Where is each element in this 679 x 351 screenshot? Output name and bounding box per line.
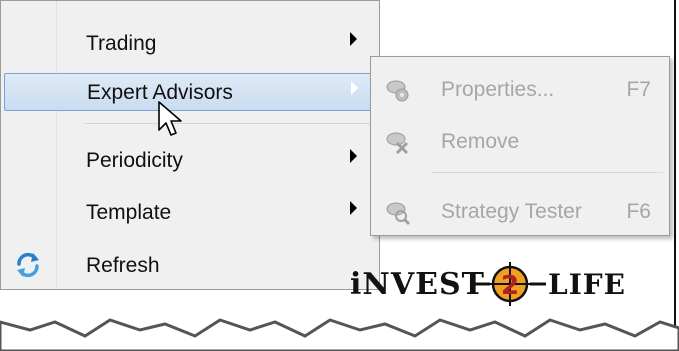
menu-item-periodicity[interactable]: Periodicity bbox=[4, 141, 376, 179]
submenu-item-label: Strategy Tester bbox=[441, 200, 582, 223]
submenu-arrow-icon bbox=[350, 149, 357, 163]
submenu-separator bbox=[431, 172, 663, 173]
menu-item-template[interactable]: Template bbox=[4, 193, 376, 231]
svg-text:iNVEST: iNVEST bbox=[350, 267, 485, 302]
mouse-pointer-icon bbox=[158, 101, 182, 136]
submenu-item-label: Properties... bbox=[441, 78, 555, 101]
expert-advisors-submenu: Properties... F7 Remove Strategy Tester … bbox=[370, 56, 670, 236]
menu-item-refresh[interactable]: Refresh bbox=[4, 246, 376, 284]
menu-item-label: Trading bbox=[86, 32, 157, 55]
menu-item-label: Periodicity bbox=[86, 149, 183, 172]
context-menu: Trading Expert Advisors Periodicity Temp… bbox=[0, 0, 380, 290]
menu-item-label: Template bbox=[86, 201, 172, 224]
shortcut-key: F6 bbox=[626, 200, 651, 223]
shortcut-key: F7 bbox=[626, 78, 651, 101]
menu-item-expert-advisors[interactable]: Expert Advisors bbox=[4, 73, 376, 111]
refresh-icon bbox=[17, 252, 39, 278]
submenu-arrow-icon bbox=[351, 81, 358, 95]
submenu-item-properties[interactable]: Properties... F7 bbox=[371, 69, 669, 109]
torn-edge-decoration bbox=[0, 318, 679, 351]
svg-text:LIFE: LIFE bbox=[548, 268, 626, 301]
strategy-tester-icon bbox=[386, 202, 411, 226]
menu-item-trading[interactable]: Trading bbox=[4, 24, 376, 62]
submenu-item-label: Remove bbox=[441, 130, 520, 153]
submenu-item-remove[interactable]: Remove bbox=[371, 121, 669, 161]
submenu-arrow-icon bbox=[350, 32, 357, 46]
svg-text:2: 2 bbox=[501, 271, 519, 301]
submenu-arrow-icon bbox=[350, 201, 357, 215]
menu-separator bbox=[85, 123, 370, 124]
ea-properties-icon bbox=[386, 80, 409, 102]
submenu-item-strategy-tester[interactable]: Strategy Tester F6 bbox=[371, 191, 669, 231]
menu-item-label: Refresh bbox=[86, 254, 160, 277]
ea-remove-icon bbox=[386, 132, 409, 155]
